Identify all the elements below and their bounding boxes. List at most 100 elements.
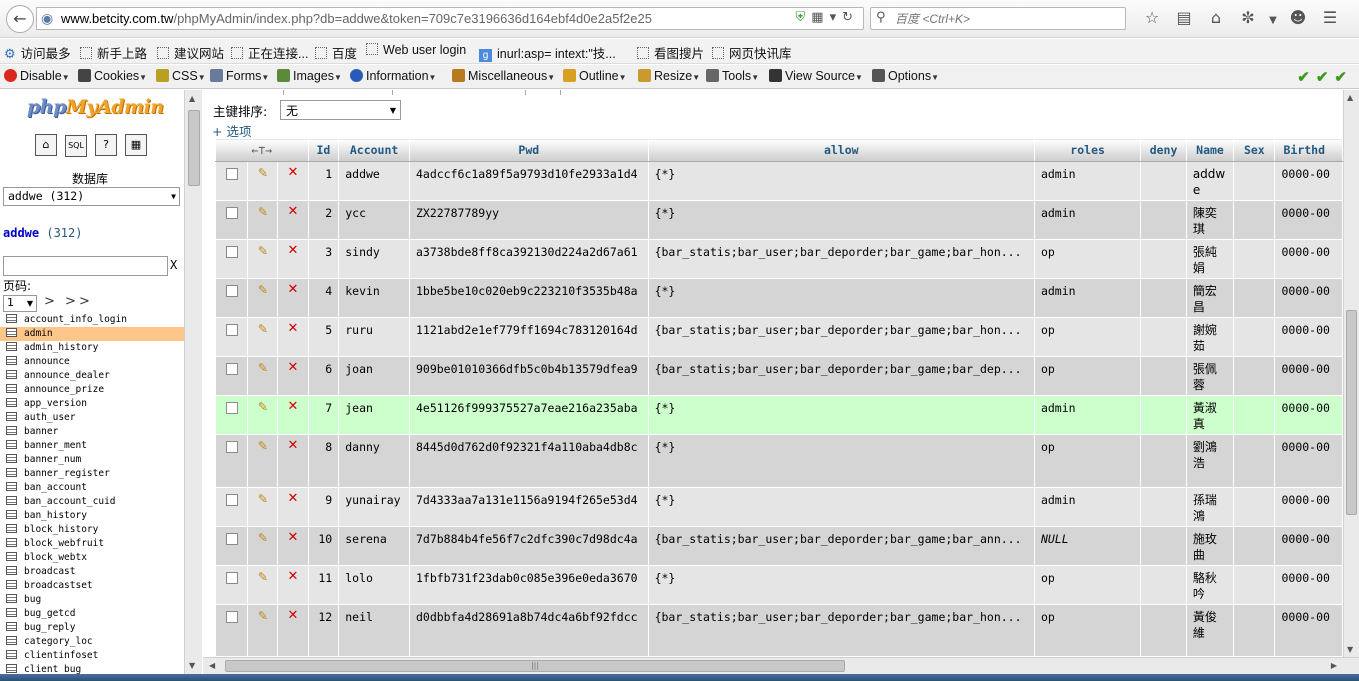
cell-allow[interactable]: {bar_statis;bar_user;bar_deporder;bar_ga…	[647, 604, 1035, 657]
cell-id[interactable]: 3	[307, 239, 340, 279]
pencil-icon[interactable]: ✎	[258, 436, 267, 454]
devtool-view-source[interactable]: View Source▼	[769, 69, 863, 83]
cell-id[interactable]: 12	[307, 604, 340, 657]
cell-deny[interactable]	[1140, 161, 1187, 201]
address-bar[interactable]: ◉ www.betcity.com.tw/phpMyAdmin/index.ph…	[36, 7, 864, 30]
edit-cell[interactable]: ✎	[247, 239, 279, 279]
row-checkbox-cell[interactable]	[214, 526, 249, 566]
column-header-birthday[interactable]: Birthd	[1274, 138, 1343, 162]
cell-allow[interactable]: {*}	[647, 161, 1035, 201]
table-row[interactable]: ✎ ✕ 4 kevin 1bbe5be10c020eb9c223210f3535b48a…	[214, 278, 1343, 318]
edit-cell[interactable]: ✎	[247, 317, 279, 357]
table-row[interactable]: ✎ ✕ 1 addwe 4adccf6c1a89f5a9793d10fe2933a1d4…	[214, 161, 1343, 201]
cell-roles[interactable]: op	[1033, 565, 1142, 605]
row-checkbox[interactable]	[225, 441, 238, 453]
table-icon[interactable]	[6, 356, 17, 365]
sidebar-table-item[interactable]: block_history	[0, 523, 184, 537]
column-header-deny[interactable]: deny	[1140, 138, 1187, 162]
edit-cell[interactable]: ✎	[247, 526, 279, 566]
delete-cell[interactable]: ✕	[277, 604, 309, 657]
cell-pwd[interactable]: 7d4333aa7a131e1156a9194f265e53d4	[408, 487, 649, 527]
sidebar-table-item[interactable]: banner_num	[0, 453, 184, 467]
cell-account[interactable]: yunairay	[338, 487, 410, 527]
delete-cell[interactable]: ✕	[277, 487, 309, 527]
table-row[interactable]: ✎ ✕ 10 serena 7d7b884b4fe56f7c2dfc390c7d98dc…	[214, 526, 1343, 566]
table-icon[interactable]	[6, 482, 17, 491]
cell-roles[interactable]: admin	[1033, 487, 1142, 527]
bookmark-item[interactable]: ⚙ 访问最多	[4, 43, 71, 62]
cell-sex[interactable]	[1233, 356, 1276, 396]
delete-icon[interactable]: ✕	[288, 358, 298, 376]
cell-birthday[interactable]: 0000-00	[1274, 317, 1343, 357]
devtool-images[interactable]: Images▼	[277, 69, 342, 83]
row-checkbox-cell[interactable]	[214, 434, 249, 488]
row-checkbox[interactable]	[225, 572, 238, 584]
edit-cell[interactable]: ✎	[247, 161, 279, 201]
sidebar-table-item[interactable]: banner_register	[0, 467, 184, 481]
cell-sex[interactable]	[1233, 565, 1276, 605]
cell-allow[interactable]: {*}	[647, 200, 1035, 240]
bookmark-item[interactable]: 正在连接...	[231, 43, 308, 62]
cell-sex[interactable]	[1233, 239, 1276, 279]
row-checkbox-cell[interactable]	[214, 200, 249, 240]
delete-cell[interactable]: ✕	[277, 239, 309, 279]
row-checkbox-cell[interactable]	[214, 239, 249, 279]
cell-roles[interactable]: op	[1033, 317, 1142, 357]
row-checkbox[interactable]	[225, 246, 238, 258]
cell-sex[interactable]	[1233, 395, 1276, 435]
check-icon[interactable]: ✔	[1316, 69, 1335, 86]
pencil-icon[interactable]: ✎	[258, 280, 267, 298]
cell-birthday[interactable]: 0000-00	[1274, 356, 1343, 396]
devtool-outline[interactable]: Outline▼	[563, 69, 627, 83]
cell-deny[interactable]	[1140, 395, 1187, 435]
help-icon[interactable]: ?	[95, 134, 117, 156]
table-icon[interactable]	[6, 412, 17, 421]
table-icon[interactable]	[6, 608, 17, 617]
column-header-name[interactable]: Name	[1185, 138, 1235, 162]
table-icon[interactable]	[6, 468, 17, 477]
cell-account[interactable]: lolo	[338, 565, 410, 605]
sidebar-table-item[interactable]: clientinfoset	[0, 649, 184, 663]
table-icon[interactable]	[6, 314, 17, 323]
cell-birthday[interactable]: 0000-00	[1274, 487, 1343, 527]
scroll-up-icon[interactable]: ▲	[189, 94, 195, 103]
table-row[interactable]: ✎ ✕ 3 sindy a3738bde8ff8ca392130d224a2d67a61…	[214, 239, 1343, 279]
row-checkbox[interactable]	[225, 533, 238, 545]
sidebar-table-item[interactable]: bug	[0, 593, 184, 607]
delete-icon[interactable]: ✕	[288, 606, 298, 624]
pencil-icon[interactable]: ✎	[258, 528, 267, 546]
cell-name[interactable]: 黃俊維	[1185, 604, 1235, 657]
cell-account[interactable]: addwe	[338, 161, 410, 201]
cell-roles[interactable]: admin	[1033, 395, 1142, 435]
cell-allow[interactable]: {bar_statis;bar_user;bar_deporder;bar_ga…	[647, 356, 1035, 396]
delete-cell[interactable]: ✕	[277, 526, 309, 566]
sidebar-table-item[interactable]: account_info_login	[0, 313, 184, 327]
cell-name[interactable]: 簡宏昌	[1185, 278, 1235, 318]
table-icon[interactable]	[6, 426, 17, 435]
cell-account[interactable]: ycc	[338, 200, 410, 240]
cell-pwd[interactable]: a3738bde8ff8ca392130d224a2d67a61	[408, 239, 649, 279]
row-checkbox-cell[interactable]	[214, 565, 249, 605]
table-icon[interactable]	[6, 510, 17, 519]
cell-deny[interactable]	[1140, 317, 1187, 357]
row-checkbox-cell[interactable]	[214, 278, 249, 318]
column-header-id[interactable]: Id	[307, 138, 340, 162]
delete-icon[interactable]: ✕	[288, 567, 298, 585]
sort-select[interactable]: 无 ▼	[280, 100, 401, 120]
sidebar-table-item[interactable]: banner	[0, 425, 184, 439]
scrollbar-thumb[interactable]	[1346, 310, 1357, 515]
table-icon[interactable]	[6, 636, 17, 645]
cell-birthday[interactable]: 0000-00	[1274, 395, 1343, 435]
cell-roles[interactable]: admin	[1033, 161, 1142, 201]
cell-account[interactable]: kevin	[338, 278, 410, 318]
cell-birthday[interactable]: 0000-00	[1274, 565, 1343, 605]
edit-cell[interactable]: ✎	[247, 395, 279, 435]
row-checkbox-cell[interactable]	[214, 487, 249, 527]
row-checkbox-cell[interactable]	[214, 604, 249, 657]
table-row[interactable]: ✎ ✕ 8 danny 8445d0d762d0f92321f4a110aba4db8c…	[214, 434, 1343, 488]
cell-pwd[interactable]: 4adccf6c1a89f5a9793d10fe2933a1d4	[408, 161, 649, 201]
cell-roles[interactable]: op	[1033, 604, 1142, 657]
pencil-icon[interactable]: ✎	[258, 567, 267, 585]
table-icon[interactable]	[6, 622, 17, 631]
cell-deny[interactable]	[1140, 239, 1187, 279]
